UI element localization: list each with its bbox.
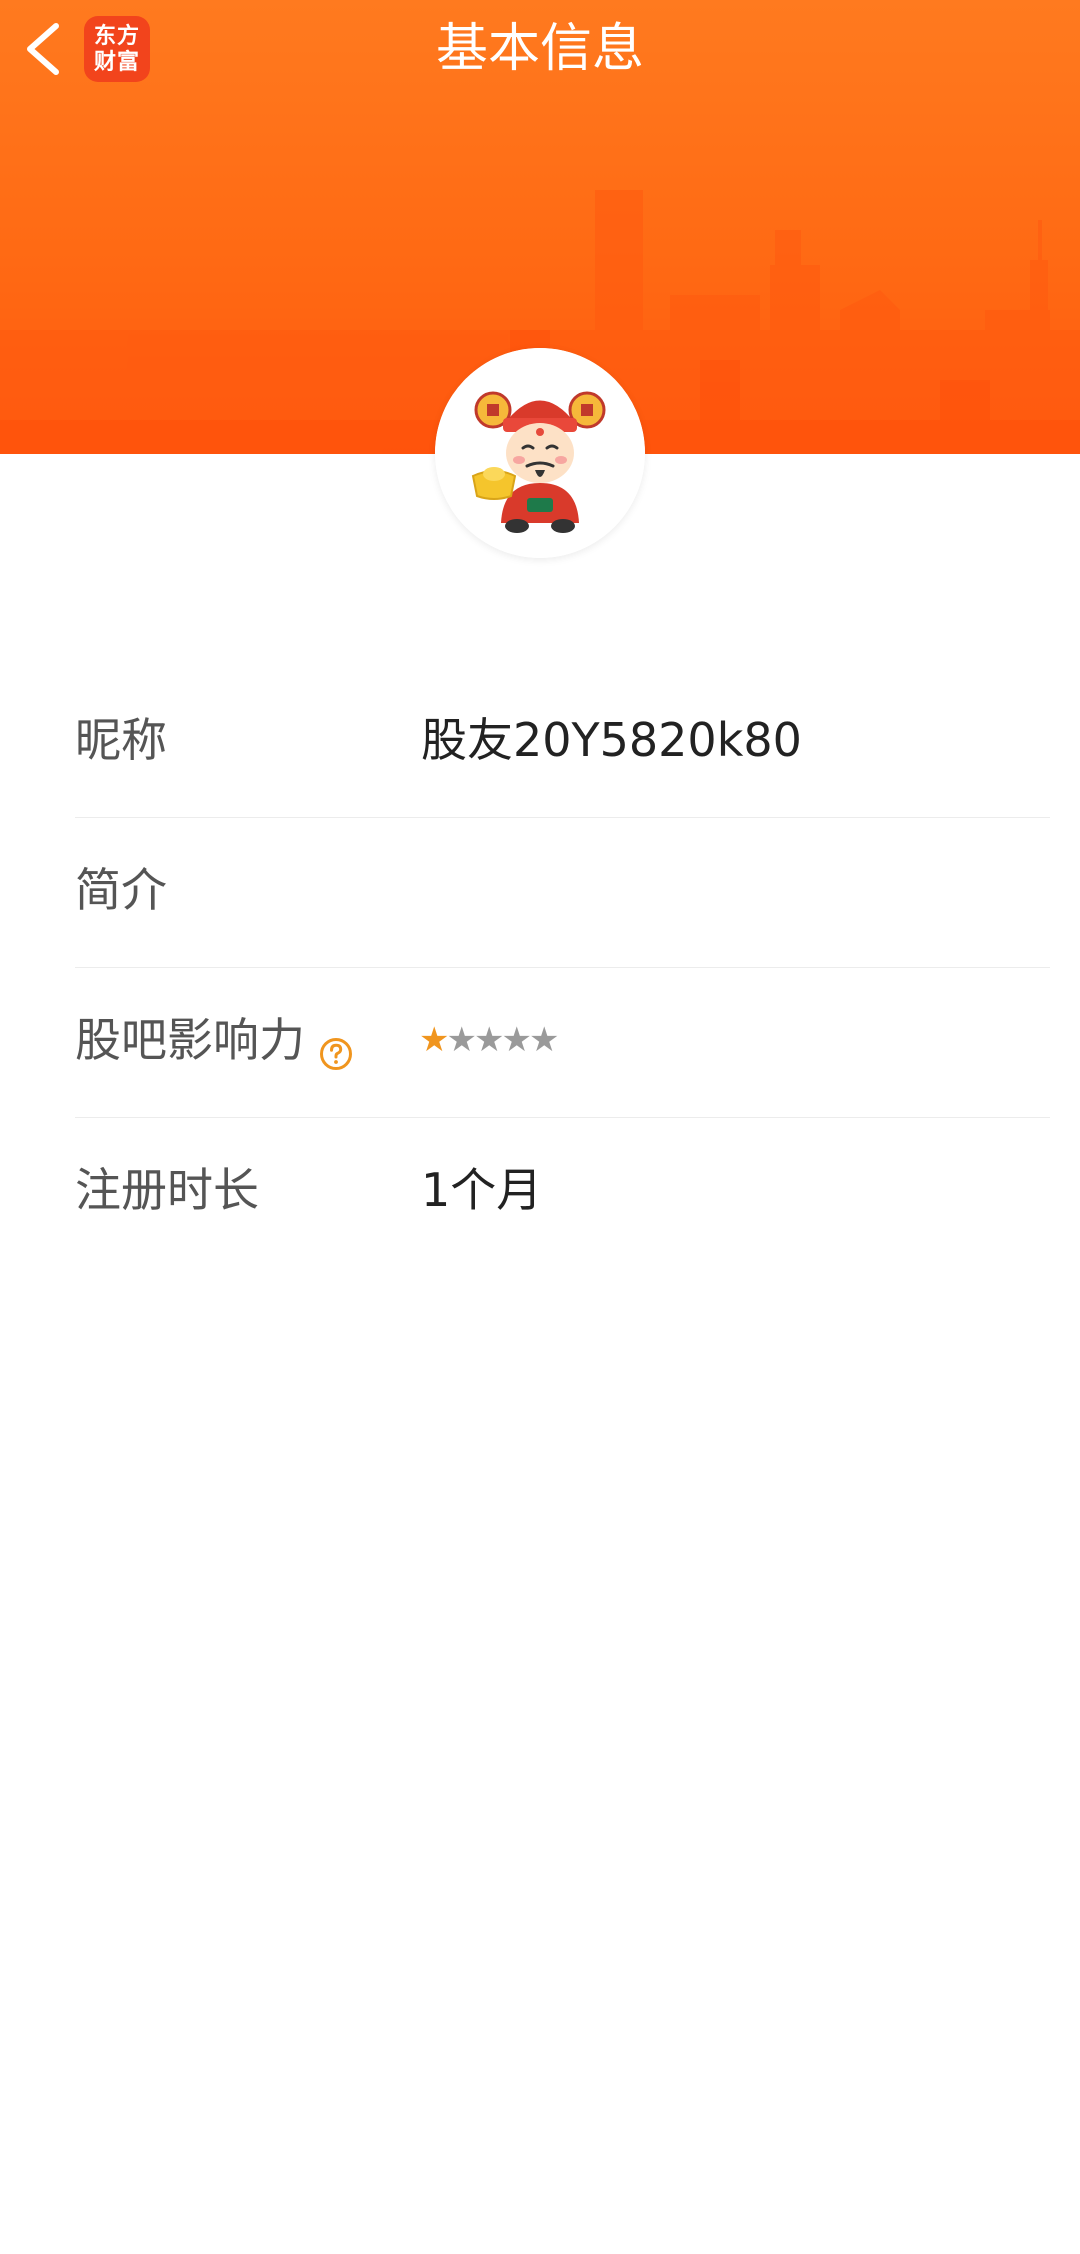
influence-label: 股吧影响力 [75,1013,305,1067]
bio-label: 简介 [75,863,167,917]
top-navigation-bar: 东方 财富 基本信息 [0,0,1080,100]
star-icon-empty: ★ [446,1020,477,1060]
avatar[interactable] [435,348,645,558]
registration-duration-value: 1个月 [421,1163,543,1217]
star-icon-empty: ★ [501,1020,532,1060]
profile-info-list: 昵称 股友20Y5820k80 简介 股吧影响力 ★★★★★ 注册时长 1个月 [75,668,1050,1268]
bio-row[interactable]: 简介 [75,818,1050,968]
registration-duration-row: 注册时长 1个月 [75,1118,1050,1268]
nickname-row[interactable]: 昵称 股友20Y5820k80 [75,668,1050,818]
profile-basic-info-page: 东方 财富 基本信息 昵称 股友20Y5820k80 简介 股吧影响力 ★★★★… [0,0,1080,2254]
nickname-value: 股友20Y5820k80 [421,713,802,767]
star-icon-filled: ★ [419,1020,450,1060]
influence-row: 股吧影响力 ★★★★★ [75,968,1050,1118]
fortune-god-avatar-icon [435,348,645,558]
star-icon-empty: ★ [473,1020,505,1060]
influence-label-group: 股吧影响力 [75,1008,353,1072]
influence-star-rating: ★★★★★ [419,1018,560,1062]
nickname-label: 昵称 [75,713,167,767]
registration-duration-label: 注册时长 [75,1163,259,1217]
star-icon-empty: ★ [528,1020,560,1060]
help-icon[interactable] [319,1023,353,1070]
page-title: 基本信息 [435,19,644,79]
